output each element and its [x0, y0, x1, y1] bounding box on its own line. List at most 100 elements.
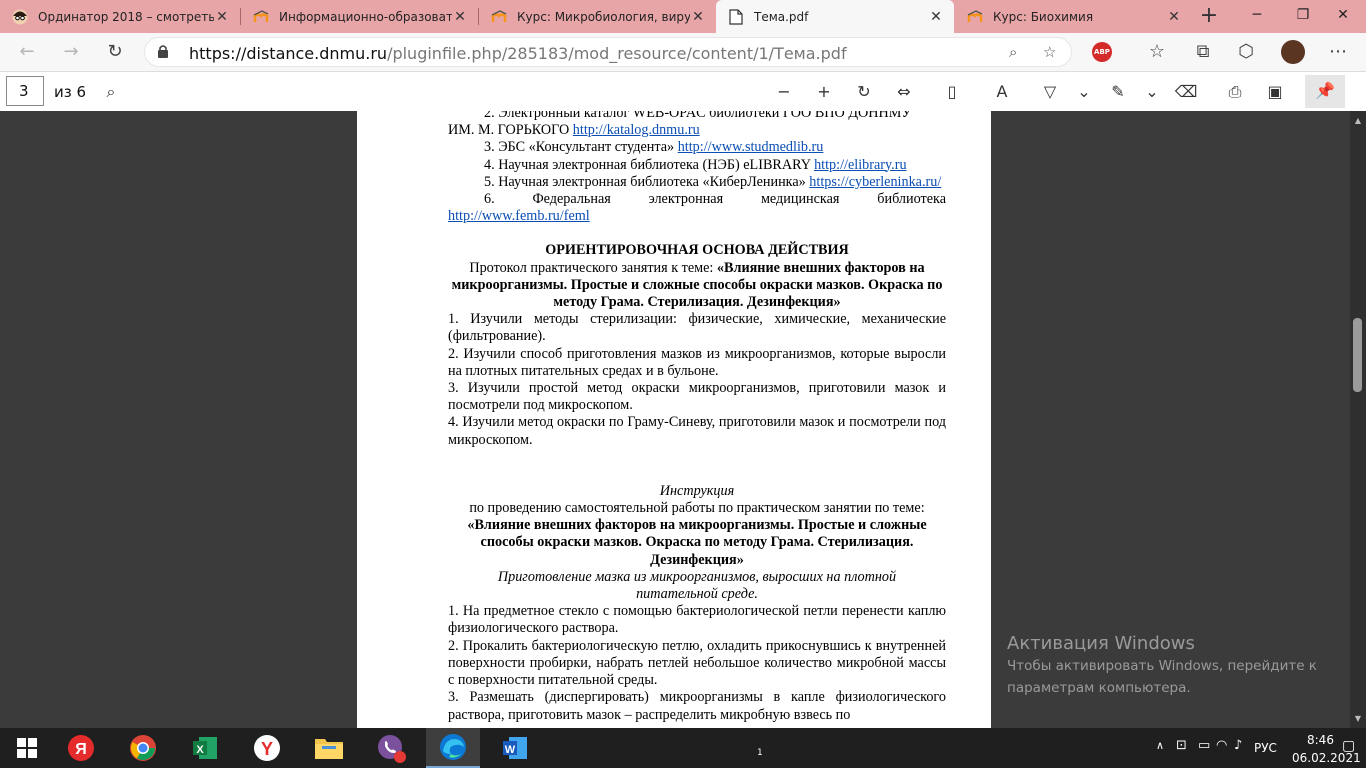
- word-button[interactable]: W: [488, 728, 542, 768]
- chevron-down-icon[interactable]: ⌄: [1070, 78, 1098, 106]
- pdf-toolbar: 3 из 6 ⌕ − + ↻ ⇔ ▯ A ▽ ⌄ ✎ ⌄ ⌫ ⎙ ▣ 📌: [0, 72, 1366, 112]
- folder-icon: [315, 739, 343, 759]
- print-icon[interactable]: ⎙: [1221, 78, 1249, 106]
- favorites-icon[interactable]: ☆: [1142, 37, 1172, 67]
- chrome-button[interactable]: [116, 728, 170, 768]
- start-button[interactable]: [0, 728, 54, 768]
- vertical-scrollbar[interactable]: [1350, 111, 1366, 728]
- page-number-input[interactable]: 3: [6, 76, 44, 106]
- language-indicator[interactable]: РУС: [1254, 741, 1277, 755]
- subsection-title: Приготовление мазка из микроорганизмов, …: [497, 568, 897, 603]
- file-explorer-button[interactable]: [302, 728, 356, 768]
- network-warning-icon[interactable]: ⊡: [1176, 738, 1187, 753]
- activation-line-2: параметрам компьютера.: [1007, 680, 1191, 696]
- profile-avatar[interactable]: [1281, 40, 1305, 64]
- minimize-button[interactable]: ─: [1234, 0, 1280, 33]
- zoom-in-icon[interactable]: +: [810, 78, 838, 106]
- draw-icon[interactable]: ✎: [1104, 78, 1132, 106]
- reference-4: 4. Научная электронная библиотека (НЭБ) …: [484, 156, 907, 173]
- viber-badge: 1: [757, 748, 763, 758]
- back-button[interactable]: ←: [12, 37, 42, 67]
- protocol-item-4: 4. Изучили метод окраски по Граму-Синеву…: [448, 414, 946, 448]
- scroll-down-icon[interactable]: ▼: [1352, 714, 1364, 723]
- reference-5: 5. Научная электронная библиотека «Кибер…: [484, 173, 942, 190]
- url-text: https://distance.dnmu.ru/pluginfile.php/…: [189, 44, 847, 63]
- tab-ordinator[interactable]: Ординатор 2018 – смотреть он ✕: [0, 0, 240, 33]
- search-icon[interactable]: ⌕: [97, 78, 125, 106]
- tab-title: Ординатор 2018 – смотреть он: [38, 9, 214, 24]
- lock-icon: [157, 44, 169, 63]
- tab-title: Курс: Биохимия: [993, 9, 1094, 24]
- scroll-up-icon[interactable]: ▲: [1352, 116, 1364, 125]
- activation-title: Активация Windows: [1007, 633, 1195, 654]
- link-cyberleninka[interactable]: https://cyberleninka.ru/: [809, 174, 941, 190]
- close-icon[interactable]: ✕: [928, 9, 944, 25]
- battery-icon[interactable]: ▭: [1198, 738, 1210, 753]
- wifi-icon[interactable]: ◠: [1216, 738, 1227, 753]
- rotate-icon[interactable]: ↻: [850, 78, 878, 106]
- protocol-item-2: 2. Изучили способ приготовления мазков и…: [448, 345, 946, 379]
- adblock-icon[interactable]: ABP: [1092, 42, 1112, 62]
- fit-page-icon[interactable]: ⇔: [890, 78, 918, 106]
- yandex-browser-button[interactable]: Я: [54, 728, 108, 768]
- scrollbar-thumb[interactable]: [1353, 318, 1362, 392]
- close-icon[interactable]: ✕: [452, 9, 468, 25]
- tab-tema-pdf[interactable]: Тема.pdf ✕: [716, 0, 954, 33]
- collections-icon[interactable]: ⧉: [1188, 37, 1218, 67]
- step-2: 2. Прокалить бактериологическую петлю, о…: [448, 637, 946, 689]
- pin-icon: 📌: [1315, 81, 1335, 100]
- viber-button[interactable]: 1: [364, 728, 763, 768]
- yandex-button[interactable]: Y: [240, 728, 294, 768]
- link-katalog[interactable]: http://katalog.dnmu.ru: [573, 122, 700, 138]
- volume-icon[interactable]: ♪: [1234, 738, 1242, 753]
- save-icon[interactable]: ▣: [1261, 78, 1289, 106]
- extensions-icon[interactable]: ⬡: [1231, 37, 1261, 67]
- close-icon[interactable]: ✕: [690, 9, 706, 25]
- zoom-icon[interactable]: ⌕: [1009, 43, 1017, 61]
- refresh-button[interactable]: ↻: [100, 37, 130, 67]
- instruction-title: Инструкция: [659, 482, 735, 499]
- close-icon[interactable]: ✕: [1166, 9, 1182, 25]
- windows-activation-watermark: Активация Windows Чтобы активировать Win…: [1007, 633, 1317, 698]
- link-studmedlib[interactable]: http://www.studmedlib.ru: [678, 139, 824, 155]
- step-3: 3. Размешать (диспергировать) микроорган…: [448, 689, 946, 723]
- link-elibrary[interactable]: http://elibrary.ru: [814, 157, 906, 173]
- close-icon[interactable]: ✕: [214, 9, 230, 25]
- reference-2-cont: ИМ. М. ГОРЬКОГО http://katalog.dnmu.ru: [448, 122, 700, 139]
- yandex-browser-icon: Я: [68, 735, 94, 761]
- new-tab-button[interactable]: +: [1196, 3, 1222, 29]
- tray-chevron-icon[interactable]: ∧: [1156, 739, 1164, 752]
- excel-icon: X: [193, 737, 217, 759]
- tab-biochemistry[interactable]: Курс: Биохимия ✕: [955, 0, 1192, 33]
- tab-title: Курс: Микробиология, вирусо: [517, 9, 690, 24]
- tab-microbiology[interactable]: Курс: Микробиология, вирусо ✕: [479, 0, 716, 33]
- edge-icon: [440, 734, 466, 760]
- page-view-icon[interactable]: ▯: [938, 78, 966, 106]
- edge-button[interactable]: [426, 728, 480, 768]
- taskbar: Я X Y 1 W ∧ ⊡ ▭ ◠ ♪ РУС 8:46 06.02.2021 …: [0, 728, 1366, 768]
- address-bar[interactable]: https://distance.dnmu.ru/pluginfile.php/…: [144, 37, 1072, 67]
- moodle-icon: [491, 9, 507, 25]
- instruction-subtitle: по проведению самостоятельной работы по …: [469, 500, 925, 517]
- close-window-button[interactable]: ✕: [1320, 0, 1366, 33]
- notifications-icon[interactable]: ▢: [1342, 738, 1355, 754]
- add-favorite-icon[interactable]: ☆: [1043, 43, 1056, 61]
- pin-toolbar-button[interactable]: 📌: [1305, 75, 1345, 108]
- yandex-icon: Y: [254, 735, 280, 761]
- eraser-icon[interactable]: ⌫: [1172, 78, 1200, 106]
- tab-title: Информационно-образовател: [279, 9, 452, 24]
- reference-2: 2. Электронный каталог WEB-OPAC библиоте…: [484, 111, 912, 121]
- face-icon: [12, 9, 28, 25]
- link-femb[interactable]: http://www.femb.ru/feml: [448, 208, 590, 224]
- tab-info-edu[interactable]: Информационно-образовател ✕: [241, 0, 478, 33]
- highlight-icon[interactable]: ▽: [1036, 78, 1064, 106]
- moodle-icon: [967, 9, 983, 25]
- clock-time[interactable]: 8:46: [1307, 733, 1334, 747]
- read-aloud-icon[interactable]: A: [988, 78, 1016, 106]
- forward-button[interactable]: →: [56, 37, 86, 67]
- chevron-down-icon[interactable]: ⌄: [1138, 78, 1166, 106]
- more-menu-icon[interactable]: ⋯: [1323, 37, 1353, 67]
- zoom-out-icon[interactable]: −: [770, 78, 798, 106]
- chrome-icon: [130, 735, 156, 761]
- excel-button[interactable]: X: [178, 728, 232, 768]
